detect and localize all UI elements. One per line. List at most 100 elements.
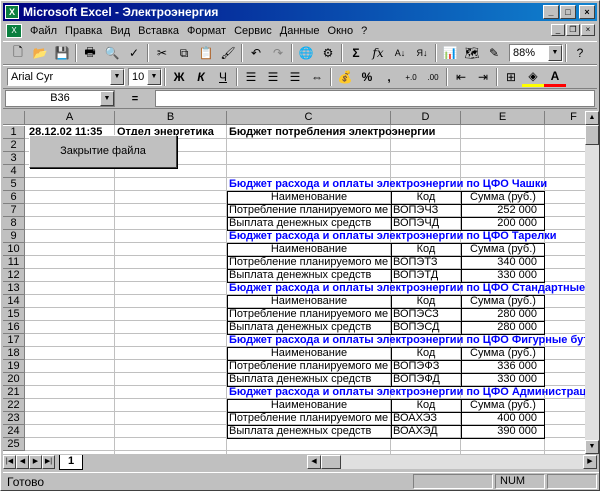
row-header-2[interactable]: 2 xyxy=(3,139,25,152)
table-cell-code[interactable]: ВОПЭЧЗ xyxy=(393,204,460,217)
currency-icon[interactable]: 💰 xyxy=(334,67,356,87)
column-header-f[interactable]: F xyxy=(545,111,585,125)
align-left-icon[interactable]: ☰ xyxy=(240,67,262,87)
menu-insert[interactable]: Вставка xyxy=(134,25,183,37)
table-header-sum[interactable]: Сумма (руб.) xyxy=(461,191,545,204)
equals-sign[interactable]: = xyxy=(115,93,155,105)
column-header-a[interactable]: A xyxy=(25,111,115,125)
table-cell-name[interactable]: Потребление планируемого ме xyxy=(229,308,390,321)
table-cell-code[interactable]: ВОАХЭЗ xyxy=(393,412,460,425)
chevron-down-icon[interactable]: ▼ xyxy=(110,69,124,85)
close-file-button[interactable]: Закрытие файла xyxy=(29,135,177,168)
hscroll-thumb[interactable] xyxy=(321,455,341,469)
map-icon[interactable]: 🗺 xyxy=(461,43,483,63)
table-cell-code[interactable]: ВОПЭЧД xyxy=(393,217,460,230)
column-header-c[interactable]: C xyxy=(227,111,391,125)
menu-view[interactable]: Вид xyxy=(106,25,134,37)
menu-window[interactable]: Окно xyxy=(324,25,358,37)
menu-edit[interactable]: Правка xyxy=(61,25,106,37)
table-cell-name[interactable]: Потребление планируемого ме xyxy=(229,204,390,217)
minimize-button[interactable]: _ xyxy=(543,5,559,19)
table-cell-code[interactable]: ВОАХЭД xyxy=(393,425,460,438)
table-header-name[interactable]: Наименование xyxy=(227,295,391,308)
row-header-1[interactable]: 1 xyxy=(3,126,25,139)
table-header-code[interactable]: Код xyxy=(391,347,461,360)
row-header-23[interactable]: 23 xyxy=(3,412,25,425)
font-color-icon[interactable]: A xyxy=(544,67,566,87)
table-cell-code[interactable]: ВОПЭФД xyxy=(393,373,460,386)
print-preview-icon[interactable]: 🔍 xyxy=(101,43,123,63)
table-cell-name[interactable]: Выплата денежных средств xyxy=(229,373,390,386)
formula-input[interactable] xyxy=(155,90,595,107)
row-header-9[interactable]: 9 xyxy=(3,230,25,243)
align-center-icon[interactable]: ☰ xyxy=(262,67,284,87)
row-header-13[interactable]: 13 xyxy=(3,282,25,295)
row-header-21[interactable]: 21 xyxy=(3,386,25,399)
row-header-15[interactable]: 15 xyxy=(3,308,25,321)
table-header-name[interactable]: Наименование xyxy=(227,191,391,204)
sort-descending-icon[interactable]: Я↓ xyxy=(411,43,433,63)
table-cell-code[interactable]: ВОПЭСД xyxy=(393,321,460,334)
last-sheet-icon[interactable]: ▶| xyxy=(42,455,55,469)
web-toolbar-icon[interactable]: ⚙ xyxy=(317,43,339,63)
doc-close-button[interactable]: × xyxy=(581,24,595,36)
row-header-16[interactable]: 16 xyxy=(3,321,25,334)
table-cell-name[interactable]: Выплата денежных средств xyxy=(229,269,390,282)
align-right-icon[interactable]: ☰ xyxy=(284,67,306,87)
row-header-24[interactable]: 24 xyxy=(3,425,25,438)
table-cell-sum[interactable]: 280 000 xyxy=(461,321,537,334)
bold-icon[interactable]: Ж xyxy=(168,67,190,87)
row-header-20[interactable]: 20 xyxy=(3,373,25,386)
percent-icon[interactable]: % xyxy=(356,67,378,87)
office-assistant-icon[interactable]: ? xyxy=(569,43,591,63)
underline-icon[interactable]: Ч xyxy=(212,67,234,87)
table-cell-name[interactable]: Потребление планируемого ме xyxy=(229,360,390,373)
chevron-down-icon[interactable]: ▼ xyxy=(147,69,161,85)
row-header-18[interactable]: 18 xyxy=(3,347,25,360)
row-header-8[interactable]: 8 xyxy=(3,217,25,230)
hyperlink-icon[interactable]: 🌐 xyxy=(295,43,317,63)
scroll-thumb[interactable] xyxy=(585,125,599,145)
table-cell-code[interactable]: ВОПЭФЗ xyxy=(393,360,460,373)
select-all-corner[interactable] xyxy=(3,111,25,125)
table-cell-code[interactable]: ВОПЭСЗ xyxy=(393,308,460,321)
table-header-code[interactable]: Код xyxy=(391,243,461,256)
table-cell-name[interactable]: Выплата денежных средств xyxy=(229,425,390,438)
merge-center-icon[interactable]: ⇔ xyxy=(306,67,328,87)
next-sheet-icon[interactable]: ▶ xyxy=(29,455,42,469)
column-header-d[interactable]: D xyxy=(391,111,461,125)
menu-tools[interactable]: Сервис xyxy=(230,25,276,37)
close-button[interactable]: × xyxy=(579,5,595,19)
font-size-combo[interactable]: 10 ▼ xyxy=(128,68,162,86)
row-header-19[interactable]: 19 xyxy=(3,360,25,373)
comma-style-icon[interactable]: , xyxy=(378,67,400,87)
increase-indent-icon[interactable]: ⇥ xyxy=(472,67,494,87)
row-header-10[interactable]: 10 xyxy=(3,243,25,256)
chart-wizard-icon[interactable]: 📊 xyxy=(439,43,461,63)
table-header-sum[interactable]: Сумма (руб.) xyxy=(461,347,545,360)
row-header-12[interactable]: 12 xyxy=(3,269,25,282)
vertical-scrollbar[interactable]: ▲ ▼ xyxy=(585,111,599,454)
copy-icon[interactable]: ⧉ xyxy=(173,43,195,63)
column-header-e[interactable]: E xyxy=(461,111,545,125)
redo-icon[interactable]: ↷ xyxy=(267,43,289,63)
save-icon[interactable]: 💾 xyxy=(51,43,73,63)
italic-icon[interactable]: К xyxy=(190,67,212,87)
row-header-14[interactable]: 14 xyxy=(3,295,25,308)
table-header-sum[interactable]: Сумма (руб.) xyxy=(461,243,545,256)
table-cell-name[interactable]: Потребление планируемого ме xyxy=(229,256,390,269)
row-header-22[interactable]: 22 xyxy=(3,399,25,412)
undo-icon[interactable]: ↶ xyxy=(245,43,267,63)
doc-restore-button[interactable]: ❐ xyxy=(566,24,580,36)
scroll-left-icon[interactable]: ◀ xyxy=(307,455,321,469)
autosum-icon[interactable]: Σ xyxy=(345,43,367,63)
cut-icon[interactable]: ✂ xyxy=(151,43,173,63)
drawing-icon[interactable]: ✎ xyxy=(483,43,505,63)
table-cell-sum[interactable]: 330 000 xyxy=(461,373,537,386)
print-icon[interactable]: 🖶 xyxy=(79,43,101,63)
table-header-sum[interactable]: Сумма (руб.) xyxy=(461,295,545,308)
table-header-name[interactable]: Наименование xyxy=(227,399,391,412)
doc-minimize-button[interactable]: _ xyxy=(551,24,565,36)
table-header-name[interactable]: Наименование xyxy=(227,347,391,360)
row-header-11[interactable]: 11 xyxy=(3,256,25,269)
